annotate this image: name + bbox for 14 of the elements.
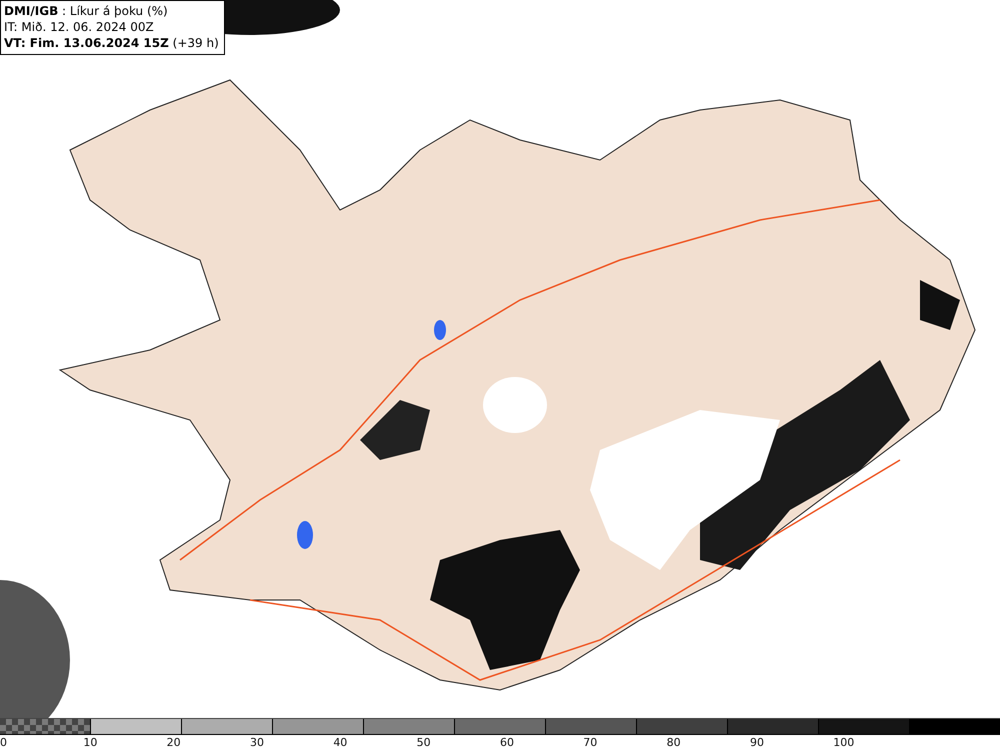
legend-label: 60 bbox=[500, 736, 514, 749]
title-text: DMI/IGB : Líkur á þoku (%) bbox=[4, 3, 169, 19]
legend-label: 20 bbox=[166, 736, 181, 749]
issue-time-text: IT: Mið. 12. 06. 2024 00Z bbox=[4, 19, 155, 35]
legend-label: 100 bbox=[833, 736, 854, 749]
legend-label: 70 bbox=[583, 736, 598, 749]
legend-label: 80 bbox=[666, 736, 681, 749]
legend-label: 30 bbox=[250, 736, 264, 749]
legend-label: 10 bbox=[83, 736, 98, 749]
valid-time-text: VT: Fim. 13.06.2024 15Z (+39 h) bbox=[4, 35, 219, 51]
legend-label: 0 bbox=[0, 736, 7, 749]
legend-label: 50 bbox=[416, 736, 431, 749]
legend-label: 40 bbox=[333, 736, 348, 749]
legend-label: 90 bbox=[750, 736, 764, 749]
